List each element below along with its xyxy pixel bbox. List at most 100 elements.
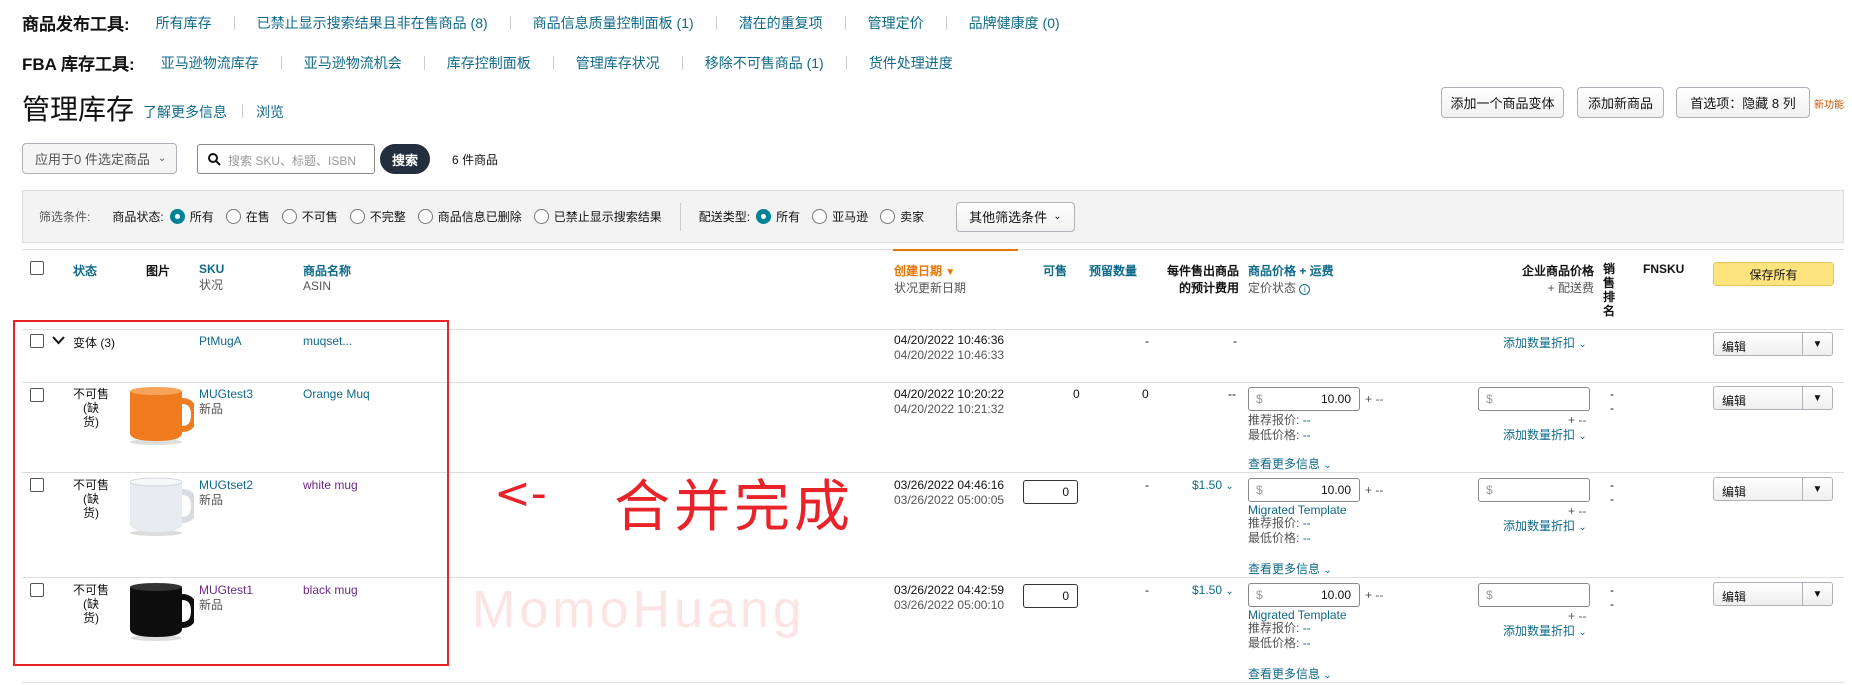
price-input[interactable]: $10.00 — [1248, 387, 1360, 411]
link-inventory-dashboard[interactable]: 库存控制面板 — [447, 53, 531, 73]
business-price-input[interactable]: $ — [1478, 478, 1590, 502]
price-input[interactable]: $10.00 — [1248, 583, 1360, 607]
see-more-info-link[interactable]: 查看更多信息 ⌄ — [1248, 455, 1332, 472]
link-fba-opportunities[interactable]: 亚马逊物流机会 — [304, 53, 402, 73]
rank-value: - — [1610, 387, 1614, 401]
edit-button[interactable]: 编辑 ▼ — [1713, 477, 1833, 501]
info-icon[interactable]: i — [1299, 284, 1311, 295]
see-more-info-link[interactable]: 查看更多信息 ⌄ — [1248, 560, 1332, 577]
see-more-info-link[interactable]: 查看更多信息 ⌄ — [1248, 665, 1332, 682]
fulfill-amazon-option[interactable]: 亚马逊 — [812, 208, 868, 225]
est-fee[interactable]: $1.50 ⌄ — [1192, 583, 1234, 597]
add-qty-discount-link[interactable]: 添加数量折扣 ⌄ — [1503, 426, 1587, 443]
fulfill-all-option[interactable]: 所有 — [756, 208, 800, 225]
link-fba-inventory[interactable]: 亚马逊物流库存 — [161, 53, 259, 73]
qty-discount-label: 添加数量折扣 — [1503, 519, 1576, 533]
save-all-button[interactable]: 保存所有 — [1713, 262, 1834, 286]
available-qty-input[interactable]: 0 — [1023, 480, 1078, 504]
header-price-sub: 定价状态 — [1248, 281, 1297, 295]
link-all-inventory[interactable]: 所有库存 — [156, 13, 212, 33]
price-value: 10.00 — [1320, 588, 1351, 602]
preferences-button[interactable]: 首选项：隐藏 8 列 — [1676, 87, 1810, 118]
add-product-button[interactable]: 添加新商品 — [1577, 87, 1664, 118]
currency-symbol: $ — [1256, 483, 1263, 497]
row-dates: 03/26/2022 04:46:16 03/26/2022 05:00:05 — [894, 478, 1004, 508]
chevron-down-icon[interactable]: ▼ — [1802, 583, 1832, 605]
business-price-input[interactable]: $ — [1478, 583, 1590, 607]
parent-qty-discount[interactable]: 添加数量折扣 ⌄ — [1503, 334, 1587, 351]
header-created[interactable]: 创建日期 ▼ 状况更新日期 — [894, 262, 966, 296]
add-qty-discount-link[interactable]: 添加数量折扣 ⌄ — [1503, 517, 1587, 534]
available-qty-input[interactable]: 0 — [1023, 584, 1078, 608]
header-available[interactable]: 可售 — [1043, 262, 1067, 279]
link-brand-health[interactable]: 品牌健康度 (0) — [969, 13, 1060, 33]
header-price[interactable]: 商品价格 + 运费 定价状态 i — [1248, 262, 1334, 296]
header-sku[interactable]: SKU 状况 — [199, 262, 224, 293]
qty-discount-label: 添加数量折扣 — [1503, 336, 1576, 350]
est-fee[interactable]: $1.50 ⌄ — [1192, 478, 1234, 492]
parent-edit-button[interactable]: 编辑 ▼ — [1713, 332, 1833, 356]
more-filters-button[interactable]: 其他筛选条件 ⌄ — [956, 201, 1075, 232]
recommended-value: -- — [1302, 621, 1311, 635]
chevron-down-icon[interactable]: ▼ — [1802, 478, 1832, 500]
link-inventory-health[interactable]: 管理库存状况 — [576, 53, 660, 73]
browse-link[interactable]: 浏览 — [256, 102, 284, 122]
radio-icon[interactable] — [533, 209, 549, 224]
link-remove-unfulfillable[interactable]: 移除不可售商品 (1) — [705, 53, 824, 73]
chevron-down-icon[interactable]: ▼ — [1802, 387, 1832, 409]
radio-icon[interactable] — [169, 209, 185, 224]
link-duplicates[interactable]: 潜在的重复项 — [739, 13, 823, 33]
est-fee: -- — [1228, 387, 1236, 401]
rank-l1: 销 — [1603, 262, 1616, 276]
search-button[interactable]: 搜索 — [380, 144, 430, 174]
radio-icon[interactable] — [225, 209, 241, 224]
edit-button[interactable]: 编辑 ▼ — [1713, 582, 1833, 606]
radio-icon[interactable] — [880, 209, 896, 224]
price-input[interactable]: $10.00 — [1248, 478, 1360, 502]
radio-icon[interactable] — [349, 209, 365, 224]
radio-icon[interactable] — [417, 209, 433, 224]
radio-icon[interactable] — [281, 209, 297, 224]
add-qty-discount-link[interactable]: 添加数量折扣 ⌄ — [1503, 622, 1587, 639]
status-suppressed-option[interactable]: 已禁止显示搜索结果 — [533, 208, 662, 225]
lowest-value: -- — [1302, 428, 1311, 442]
price-hints: 推荐报价: -- 最低价格: -- — [1248, 516, 1311, 546]
parent-updated: 04/20/2022 10:46:33 — [894, 348, 1005, 362]
status-incomplete-option[interactable]: 不完整 — [349, 208, 406, 225]
sales-rank: -- — [1610, 478, 1614, 506]
rank-value-2: - — [1610, 401, 1614, 415]
link-quality-dashboard[interactable]: 商品信息质量控制面板 (1) — [533, 13, 694, 33]
chevron-down-icon: ⌄ — [1578, 339, 1587, 350]
chevron-down-icon[interactable]: ▼ — [1802, 333, 1832, 355]
header-status[interactable]: 状态 — [73, 262, 97, 279]
edit-label: 编辑 — [1722, 394, 1747, 408]
status-all-option[interactable]: 所有 — [169, 208, 214, 225]
edit-button[interactable]: 编辑 ▼ — [1713, 386, 1833, 410]
link-manage-pricing[interactable]: 管理定价 — [868, 13, 924, 33]
item-count: 6 件商品 — [452, 153, 499, 167]
header-reserved[interactable]: 预留数量 — [1089, 262, 1137, 279]
pricing-template[interactable]: Migrated Template — [1248, 608, 1347, 622]
parent-created: 04/20/2022 10:46:36 — [894, 333, 1005, 347]
business-price-input[interactable]: $ — [1478, 387, 1590, 411]
price-value: 10.00 — [1320, 483, 1351, 497]
add-variation-button[interactable]: 添加一个商品变体 — [1441, 87, 1564, 118]
link-shipments[interactable]: 货件处理进度 — [869, 53, 953, 73]
search-input[interactable]: 搜索 SKU、标题、ISBN — [197, 144, 375, 174]
radio-icon[interactable] — [756, 209, 772, 224]
created-date: 03/26/2022 04:42:59 — [894, 583, 1005, 597]
status-deleted-option[interactable]: 商品信息已删除 — [417, 208, 522, 225]
pricing-template[interactable]: Migrated Template — [1248, 503, 1347, 517]
link-suppressed[interactable]: 已禁止显示搜索结果且非在售商品 (8) — [257, 13, 488, 33]
new-feature-badge: 新功能 — [1814, 100, 1844, 111]
fulfill-seller-option[interactable]: 卖家 — [880, 208, 924, 225]
header-name[interactable]: 商品名称 ASIN — [303, 262, 351, 293]
select-all-checkbox[interactable] — [30, 261, 44, 275]
bulk-action-select[interactable]: 应用于0 件选定商品 ⌄ — [22, 143, 177, 174]
learn-more-link[interactable]: 了解更多信息 — [143, 102, 227, 122]
status-inactive-option[interactable]: 不可售 — [281, 208, 338, 225]
lowest-label: 最低价格: — [1248, 636, 1300, 650]
header-sku-label: SKU — [199, 262, 225, 276]
status-active-option[interactable]: 在售 — [225, 208, 270, 225]
radio-icon[interactable] — [812, 209, 828, 224]
